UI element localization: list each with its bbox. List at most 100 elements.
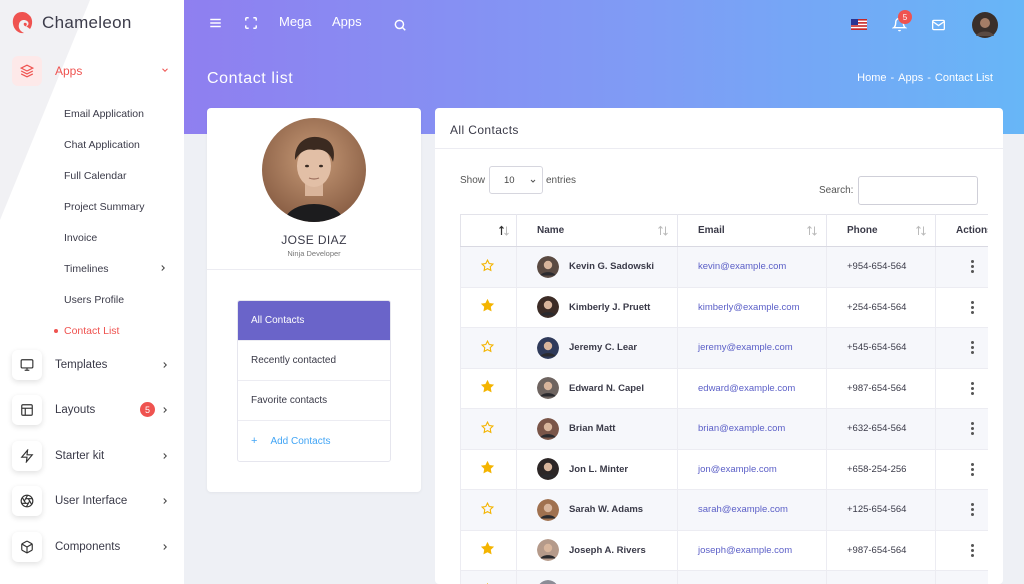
table-row[interactable]: Kimberly J. Pruett kimberly@example.com +2…: [460, 287, 988, 328]
add-contacts-button[interactable]: + Add Contacts: [238, 421, 390, 461]
chevron-down-icon: [530, 179, 536, 183]
table-row[interactable]: Kevin G. Sadowski kevin@example.com +954-6…: [460, 246, 988, 288]
phone-cell: +987-654-564: [826, 368, 936, 409]
sidebar-item-components[interactable]: Components: [12, 532, 176, 562]
sort-asc-icon: [499, 225, 509, 236]
mega-menu-link[interactable]: Mega: [279, 14, 312, 29]
sidebar-item-user-interface[interactable]: User Interface: [12, 486, 176, 516]
entries-select[interactable]: 10: [489, 166, 543, 194]
chevron-right-icon: [163, 544, 167, 550]
filter-label: Favorite contacts: [251, 395, 328, 406]
name-cell: Jon L. Minter: [516, 449, 678, 490]
phone-cell: +658-254-256: [826, 449, 936, 490]
us-flag-icon[interactable]: [851, 19, 867, 30]
sidebar-item-label: Components: [55, 541, 121, 553]
table-row[interactable]: Brian Matt brian@example.com +632-654-564: [460, 408, 988, 450]
more-vertical-icon[interactable]: [971, 260, 974, 274]
filter-all-contacts[interactable]: All Contacts: [238, 301, 390, 341]
submenu-item-project-summary[interactable]: Project Summary: [0, 191, 184, 222]
contact-email-link[interactable]: brian@example.com: [698, 423, 785, 434]
table-row[interactable]: Jeremy C. Lear jeremy@example.com +545-654…: [460, 327, 988, 369]
contact-avatar: [539, 579, 557, 584]
sidebar: Chameleon Apps Email Application Chat Ap…: [0, 0, 184, 584]
fullscreen-icon[interactable]: [244, 16, 258, 30]
contact-email-link[interactable]: jon@example.com: [698, 464, 777, 475]
column-label: Name: [537, 225, 565, 236]
contacts-table-wrapper[interactable]: Name Email Phone Actions Kevin G. Sadows…: [460, 214, 988, 584]
submenu-item-chat[interactable]: Chat Application: [0, 129, 184, 160]
submenu-item-invoice[interactable]: Invoice: [0, 222, 184, 253]
more-vertical-icon[interactable]: [971, 462, 974, 476]
search-input[interactable]: [858, 176, 978, 205]
table-header-row: Name Email Phone Actions: [460, 214, 988, 247]
submenu-item-users-profile[interactable]: Users Profile: [0, 284, 184, 315]
filter-favorite-contacts[interactable]: Favorite contacts: [238, 381, 390, 421]
mail-icon[interactable]: [931, 18, 946, 32]
more-vertical-icon[interactable]: [971, 341, 974, 355]
column-header-star[interactable]: [460, 214, 517, 247]
table-row[interactable]: Edward N. Capel edward@example.com +987-65…: [460, 368, 988, 409]
sidebar-item-templates[interactable]: Templates: [12, 350, 176, 380]
search-icon[interactable]: [393, 18, 407, 32]
email-cell: kimberly@example.com: [677, 287, 827, 328]
table-row[interactable]: Jon L. Minter jon@example.com +658-254-256: [460, 449, 988, 490]
filter-label: All Contacts: [251, 315, 305, 326]
submenu-item-contact-list[interactable]: Contact List: [0, 315, 184, 346]
email-cell: joseph@example.com: [677, 530, 827, 571]
filter-recently-contacted[interactable]: Recently contacted: [238, 341, 390, 381]
contact-email-link[interactable]: joseph@example.com: [698, 545, 792, 556]
contact-name: Edward N. Capel: [569, 382, 644, 394]
breadcrumb-apps[interactable]: Apps: [898, 72, 923, 84]
submenu-item-email[interactable]: Email Application: [0, 98, 184, 129]
entries-value: 10: [504, 174, 515, 186]
contact-email-link[interactable]: jeremy@example.com: [698, 342, 793, 353]
submenu-item-calendar[interactable]: Full Calendar: [0, 160, 184, 191]
contact-email-link[interactable]: kevin@example.com: [698, 261, 786, 272]
more-vertical-icon[interactable]: [971, 300, 974, 314]
star-outline-icon[interactable]: [480, 501, 495, 515]
contact-email-link[interactable]: sarah@example.com: [698, 504, 788, 515]
more-vertical-icon[interactable]: [971, 381, 974, 395]
star-outline-icon[interactable]: [480, 339, 495, 353]
star-cell: [460, 327, 517, 369]
contact-avatar: [537, 498, 559, 521]
email-cell: brian@example.com: [677, 408, 827, 450]
layers-icon: [12, 56, 42, 86]
star-outline-icon[interactable]: [480, 420, 495, 434]
contact-name: Kimberly J. Pruett: [569, 301, 651, 313]
star-cell: [460, 570, 517, 584]
sidebar-item-apps[interactable]: Apps: [12, 56, 176, 86]
menu-toggle-icon[interactable]: [208, 16, 223, 30]
column-header-email[interactable]: Email: [677, 214, 827, 247]
brand[interactable]: Chameleon: [10, 10, 132, 36]
phone-cell: +954-654-564: [826, 246, 936, 288]
table-row[interactable]: [460, 570, 988, 584]
star-filled-icon[interactable]: [480, 542, 495, 555]
star-filled-icon[interactable]: [480, 461, 495, 474]
more-vertical-icon[interactable]: [971, 422, 974, 436]
star-outline-icon[interactable]: [480, 258, 495, 272]
apps-menu-link[interactable]: Apps: [332, 14, 362, 29]
star-filled-icon[interactable]: [480, 380, 495, 393]
breadcrumb-home[interactable]: Home: [857, 72, 886, 84]
table-row[interactable]: Sarah W. Adams sarah@example.com +125-654-…: [460, 489, 988, 531]
column-header-name[interactable]: Name: [516, 214, 678, 247]
more-vertical-icon[interactable]: [971, 503, 974, 517]
sidebar-item-layouts[interactable]: Layouts 5: [12, 395, 176, 425]
divider: [207, 269, 421, 270]
column-header-phone[interactable]: Phone: [826, 214, 936, 247]
more-vertical-icon[interactable]: [971, 543, 974, 557]
contacts-title: All Contacts: [450, 123, 519, 137]
star-filled-icon[interactable]: [480, 299, 495, 312]
brand-name: Chameleon: [42, 13, 132, 32]
entries-label: entries: [546, 175, 577, 186]
contact-email-link[interactable]: edward@example.com: [698, 383, 795, 394]
actions-cell: [935, 327, 988, 369]
user-avatar[interactable]: [972, 12, 998, 38]
star-cell: [460, 408, 517, 450]
contact-email-link[interactable]: kimberly@example.com: [698, 302, 800, 313]
sidebar-item-starter-kit[interactable]: Starter kit: [12, 441, 176, 471]
profile-card: JOSE DIAZ Ninja Developer All Contacts R…: [207, 108, 421, 492]
table-row[interactable]: Joseph A. Rivers joseph@example.com +987-6…: [460, 530, 988, 571]
submenu-item-timelines[interactable]: Timelines: [0, 253, 184, 284]
